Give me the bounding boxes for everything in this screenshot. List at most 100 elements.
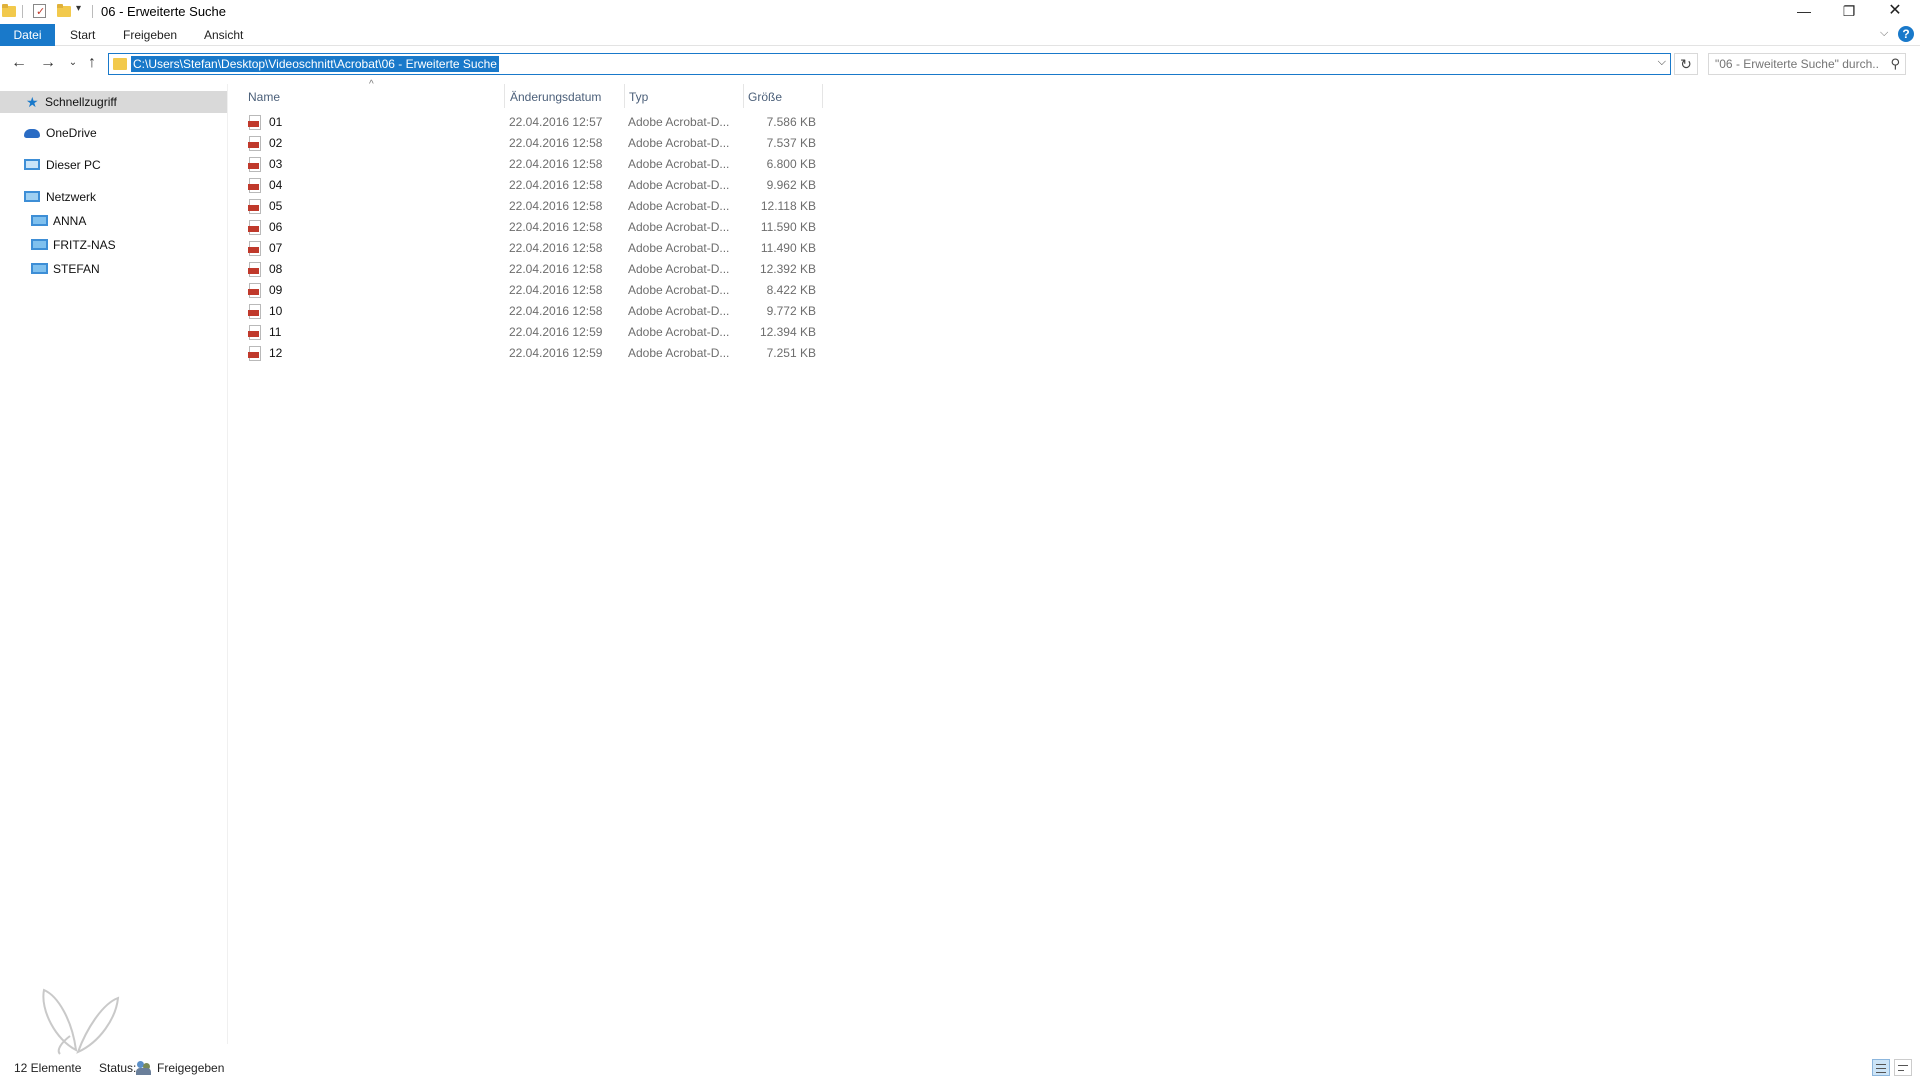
file-date: 22.04.2016 12:58 [509,157,603,171]
tab-datei[interactable]: Datei [0,24,55,46]
address-bar[interactable]: C:\Users\Stefan\Desktop\Videoschnitt\Acr… [108,53,1671,75]
toolbar-separator [92,5,93,18]
pdf-file-icon [248,241,262,256]
status-label: Status: [99,1061,137,1075]
column-header-date[interactable]: Änderungsdatum [506,86,624,108]
details-view-icon[interactable] [1872,1059,1890,1076]
pdf-file-icon [248,262,262,277]
sidebar-item-onedrive[interactable]: OneDrive [24,122,204,144]
file-date: 22.04.2016 12:58 [509,199,603,213]
network-icon [24,191,40,202]
file-name: 01 [269,115,283,129]
sidebar-item-dieser-pc[interactable]: Dieser PC [24,154,204,176]
column-header-type[interactable]: Typ [625,86,743,108]
file-type: Adobe Acrobat-D... [628,157,730,171]
file-size: 6.800 KB [766,157,816,171]
file-type: Adobe Acrobat-D... [628,346,730,360]
file-name: 11 [269,325,282,339]
file-row[interactable]: 09 22.04.2016 12:58 Adobe Acrobat-D... 8… [244,280,822,301]
column-divider[interactable] [822,84,823,108]
column-header-name[interactable]: Name [244,86,504,108]
file-type: Adobe Acrobat-D... [628,325,730,339]
file-type: Adobe Acrobat-D... [628,115,730,129]
close-button[interactable]: ✕ [1872,0,1918,24]
sidebar-item-fritz-nas[interactable]: FRITZ-NAS [31,234,211,256]
column-divider[interactable] [504,84,505,108]
sidebar-item-label: Schnellzugriff [45,95,117,109]
cloud-icon [24,129,40,138]
search-input[interactable] [1715,57,1879,71]
file-name: 05 [269,199,283,213]
refresh-icon[interactable]: ↻ [1674,53,1698,75]
pdf-file-icon [248,115,262,130]
file-type: Adobe Acrobat-D... [628,178,730,192]
pdf-file-icon [248,178,262,193]
tab-freigeben[interactable]: Freigeben [113,24,187,46]
file-row[interactable]: 01 22.04.2016 12:57 Adobe Acrobat-D... 7… [244,112,822,133]
address-path[interactable]: C:\Users\Stefan\Desktop\Videoschnitt\Acr… [131,56,499,72]
sidebar-item-label: FRITZ-NAS [53,238,116,252]
status-value: Freigegeben [157,1061,225,1075]
computer-icon [31,263,48,274]
pdf-file-icon [248,136,262,151]
file-size: 7.251 KB [766,346,816,360]
file-size: 12.394 KB [759,325,816,339]
file-row[interactable]: 10 22.04.2016 12:58 Adobe Acrobat-D... 9… [244,301,822,322]
file-type: Adobe Acrobat-D... [628,220,730,234]
file-row[interactable]: 08 22.04.2016 12:58 Adobe Acrobat-D... 1… [244,259,822,280]
tab-start[interactable]: Start [60,24,105,46]
sidebar-item-anna[interactable]: ANNA [31,210,211,232]
minimize-button[interactable]: — [1781,0,1827,24]
forward-arrow-icon[interactable]: → [37,54,59,72]
back-arrow-icon[interactable]: ← [8,54,30,72]
file-row[interactable]: 07 22.04.2016 12:58 Adobe Acrobat-D... 1… [244,238,822,259]
chevron-down-icon[interactable]: ⌵ [1658,56,1666,69]
shared-users-icon [136,1061,152,1075]
up-arrow-icon[interactable]: ↑ [81,54,103,72]
file-row[interactable]: 06 22.04.2016 12:58 Adobe Acrobat-D... 1… [244,217,822,238]
toolbar-separator [22,5,23,18]
computer-icon [31,239,48,250]
file-date: 22.04.2016 12:58 [509,304,603,318]
file-type: Adobe Acrobat-D... [628,304,730,318]
large-icons-view-icon[interactable] [1894,1059,1912,1076]
file-row[interactable]: 04 22.04.2016 12:58 Adobe Acrobat-D... 9… [244,175,822,196]
column-header-size[interactable]: Größe [744,86,822,108]
sidebar-item-label: Dieser PC [46,158,101,172]
sidebar-item-label: ANNA [53,214,87,228]
tab-ansicht[interactable]: Ansicht [194,24,253,46]
file-type: Adobe Acrobat-D... [628,283,730,297]
file-row[interactable]: 03 22.04.2016 12:58 Adobe Acrobat-D... 6… [244,154,822,175]
sidebar-item-schnellzugriff[interactable]: ★ Schnellzugriff [0,91,227,113]
quick-access-dropdown-icon[interactable]: ▾ [76,3,81,14]
file-row[interactable]: 05 22.04.2016 12:58 Adobe Acrobat-D... 1… [244,196,822,217]
search-icon[interactable]: ⚲ [1890,56,1900,72]
file-date: 22.04.2016 12:58 [509,136,603,150]
help-icon[interactable]: ? [1898,26,1914,42]
status-bar [0,1058,1920,1080]
file-name: 09 [269,283,283,297]
pdf-file-icon [248,199,262,214]
folder-icon[interactable] [2,4,16,18]
file-size: 9.962 KB [766,178,816,192]
file-type: Adobe Acrobat-D... [628,199,730,213]
sidebar-item-stefan[interactable]: STEFAN [31,258,211,280]
new-folder-icon[interactable] [57,4,71,18]
file-date: 22.04.2016 12:58 [509,262,603,276]
computer-icon [24,159,40,170]
properties-icon[interactable]: ✓ [33,4,47,18]
pdf-file-icon [248,346,262,361]
file-name: 06 [269,220,283,234]
file-type: Adobe Acrobat-D... [628,262,730,276]
file-size: 7.586 KB [766,115,816,129]
file-row[interactable]: 11 22.04.2016 12:59 Adobe Acrobat-D... 1… [244,322,822,343]
title-bar: ✓ ▾ 06 - Erweiterte Suche — ❐ ✕ [0,0,1920,24]
sidebar-item-netzwerk[interactable]: Netzwerk [24,186,204,208]
search-box[interactable]: ⚲ [1708,53,1906,75]
ribbon-expand-icon[interactable]: ⌵ [1880,27,1888,40]
butterfly-logo-icon [42,988,120,1055]
restore-button[interactable]: ❐ [1826,0,1872,24]
file-row[interactable]: 02 22.04.2016 12:58 Adobe Acrobat-D... 7… [244,133,822,154]
file-row[interactable]: 12 22.04.2016 12:59 Adobe Acrobat-D... 7… [244,343,822,364]
file-size: 9.772 KB [766,304,816,318]
